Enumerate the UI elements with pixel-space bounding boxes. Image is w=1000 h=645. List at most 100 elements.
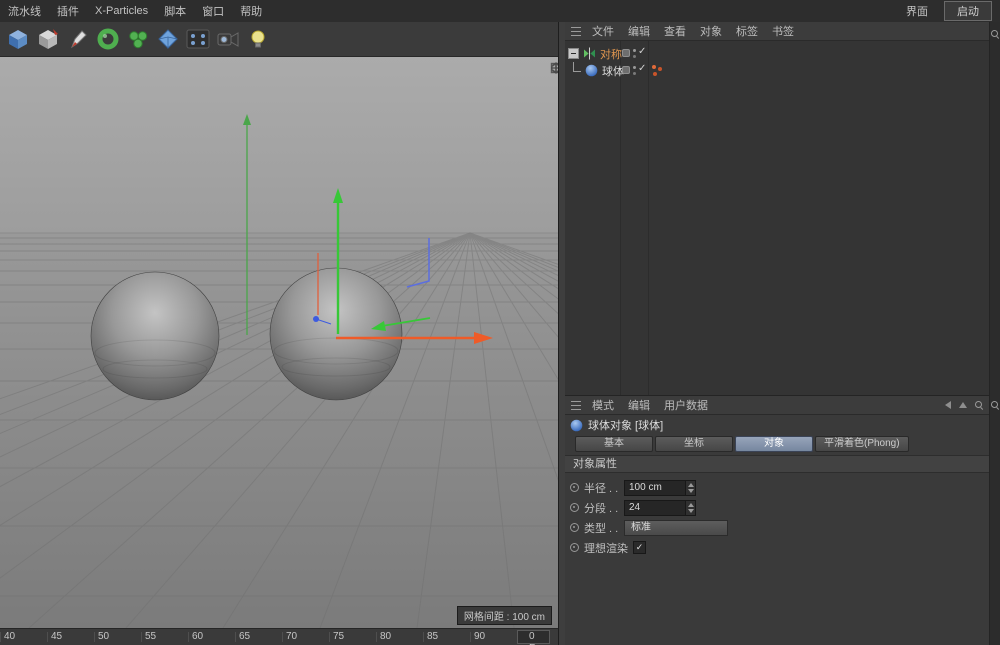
attribute-manager: 模式 编辑 用户数据 球体对象 [球体] 基本 坐标 对象 平滑着色	[565, 395, 990, 645]
menu-plugins[interactable]: 插件	[49, 3, 87, 19]
grid-spacing-badge: 网格间距 : 100 cm	[457, 606, 552, 625]
tree-connector	[573, 62, 581, 72]
sphere-left[interactable]	[91, 272, 219, 400]
section-object-properties[interactable]: 对象属性	[565, 455, 990, 473]
current-frame-box[interactable]: 0 F	[517, 630, 550, 644]
panel-menu-icon[interactable]	[571, 27, 581, 36]
radius-input[interactable]: 100 cm	[624, 480, 686, 496]
keyframe-dot-icon[interactable]	[570, 523, 579, 532]
light-icon[interactable]	[244, 26, 271, 53]
menu-pipeline[interactable]: 流水线	[0, 3, 49, 19]
tab-phong[interactable]: 平滑着色(Phong)	[815, 436, 909, 452]
platonic-gem-icon[interactable]	[154, 26, 181, 53]
layer-swatch[interactable]	[622, 66, 630, 74]
history-back-icon[interactable]	[945, 401, 951, 409]
object-manager-menubar: 文件 编辑 查看 对象 标签 书签	[565, 22, 990, 41]
om-menu-edit[interactable]: 编辑	[621, 23, 657, 39]
maximize-view-icon[interactable]	[550, 62, 558, 74]
ruler-tick: 65	[235, 632, 282, 642]
am-menu-mode[interactable]: 模式	[585, 397, 621, 413]
enable-check-icon[interactable]: ✓	[638, 63, 646, 74]
sphere-right-selected[interactable]	[270, 268, 402, 400]
ruler-tick: 45	[47, 632, 94, 642]
field-segments: 分段 . . 24	[565, 499, 990, 516]
segments-spinner[interactable]	[686, 500, 696, 516]
visibility-dots-icon[interactable]	[633, 49, 636, 52]
collapse-toggle-icon[interactable]	[568, 48, 579, 59]
ruler-tick: 90	[470, 632, 517, 642]
object-manager: 文件 编辑 查看 对象 标签 书签 对称	[565, 22, 990, 395]
timeline-ruler[interactable]: 40 45 50 55 60 65 70 75 80 85 90 0 F	[0, 628, 558, 645]
column-divider	[620, 41, 621, 395]
menu-script[interactable]: 脚本	[156, 3, 194, 19]
camera-icon[interactable]	[214, 26, 241, 53]
am-menu-userdata[interactable]: 用户数据	[657, 397, 715, 413]
object-label[interactable]: 球体	[602, 63, 624, 79]
array-grid-icon[interactable]	[184, 26, 211, 53]
field-render-perfect: 理想渲染 ✓	[565, 539, 990, 556]
search-icon[interactable]	[991, 401, 1000, 410]
tab-object[interactable]: 对象	[735, 436, 813, 452]
ruler-tick: 55	[141, 632, 188, 642]
keyframe-dot-icon[interactable]	[570, 503, 579, 512]
om-menu-view[interactable]: 查看	[657, 23, 693, 39]
interface-label: 界面	[898, 3, 936, 19]
attribute-fields: 半径 . . 100 cm 分段 . . 24 类型 . . 标准	[565, 473, 990, 556]
field-label: 类型 . .	[584, 520, 624, 536]
viewport-3d[interactable]: 网格间距 : 100 cm	[0, 57, 558, 628]
render-perfect-checkbox[interactable]: ✓	[633, 541, 646, 554]
menu-xparticles[interactable]: X-Particles	[87, 5, 156, 17]
sphere-object-icon	[585, 64, 598, 77]
search-icon[interactable]	[991, 30, 1000, 39]
cube-primitive-icon[interactable]	[4, 26, 31, 53]
ruler-tick: 60	[188, 632, 235, 642]
symmetry-object-icon	[583, 47, 596, 60]
panel-menu-icon[interactable]	[571, 401, 581, 410]
viewport-scene	[0, 57, 558, 628]
ruler-tick: 50	[94, 632, 141, 642]
layer-swatch[interactable]	[622, 49, 630, 57]
visibility-dots-icon[interactable]	[633, 66, 636, 69]
attribute-menubar: 模式 编辑 用户数据	[565, 396, 990, 415]
null-cube-icon[interactable]	[34, 26, 61, 53]
keyframe-dot-icon[interactable]	[570, 483, 579, 492]
enable-check-icon[interactable]: ✓	[638, 46, 646, 57]
menu-window[interactable]: 窗口	[194, 3, 232, 19]
field-label: 半径 . .	[584, 480, 624, 496]
search-icon[interactable]	[975, 401, 984, 410]
radius-spinner[interactable]	[686, 480, 696, 496]
cinema4d-window: 流水线 插件 X-Particles 脚本 窗口 帮助 界面 启动	[0, 0, 1000, 645]
ruler-tick: 80	[376, 632, 423, 642]
torus-generator-icon[interactable]	[94, 26, 121, 53]
object-row-sphere[interactable]: 球体 ✓	[565, 62, 990, 79]
om-menu-bookmarks[interactable]: 书签	[765, 23, 801, 39]
hierarchy-up-icon[interactable]	[959, 402, 967, 408]
sphere-object-icon	[570, 419, 583, 432]
cluster-array-icon[interactable]	[124, 26, 151, 53]
ruler-tick: 75	[329, 632, 376, 642]
particle-tag-icon[interactable]	[652, 65, 656, 69]
spline-pen-icon[interactable]	[64, 26, 91, 53]
field-type: 类型 . . 标准	[565, 519, 990, 536]
type-dropdown[interactable]: 标准	[624, 520, 728, 536]
tab-coordinates[interactable]: 坐标	[655, 436, 733, 452]
om-menu-object[interactable]: 对象	[693, 23, 729, 39]
om-menu-file[interactable]: 文件	[585, 23, 621, 39]
attribute-tabs: 基本 坐标 对象 平滑着色(Phong)	[565, 435, 990, 455]
keyframe-dot-icon[interactable]	[570, 543, 579, 552]
object-tree: 对称 ✓ 球体 ✓	[565, 41, 990, 395]
tab-basic[interactable]: 基本	[575, 436, 653, 452]
object-title-text: 球体对象 [球体]	[588, 417, 663, 433]
panel-scroll-strip[interactable]	[989, 22, 1000, 645]
layout-selector-dropdown[interactable]: 启动	[944, 1, 992, 21]
ruler-tick: 70	[282, 632, 329, 642]
am-menu-edit[interactable]: 编辑	[621, 397, 657, 413]
om-menu-tags[interactable]: 标签	[729, 23, 765, 39]
field-label: 理想渲染	[584, 540, 628, 556]
object-row-symmetry[interactable]: 对称 ✓	[565, 45, 990, 62]
field-label: 分段 . .	[584, 500, 624, 516]
segments-input[interactable]: 24	[624, 500, 686, 516]
am-history-controls	[945, 401, 990, 410]
menu-help[interactable]: 帮助	[232, 3, 270, 19]
object-label[interactable]: 对称	[600, 46, 622, 62]
